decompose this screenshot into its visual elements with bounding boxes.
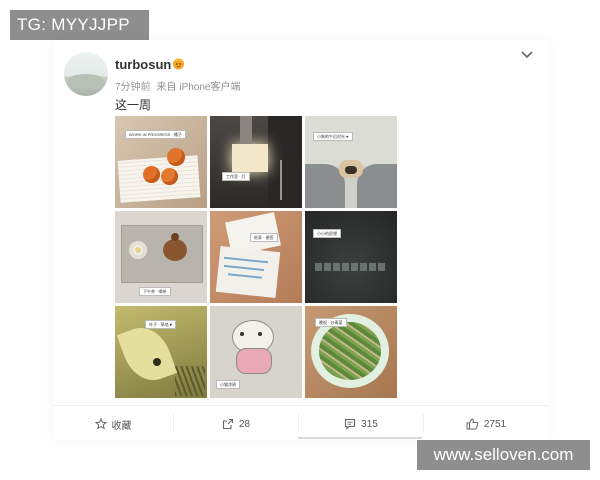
comment-icon xyxy=(345,418,356,430)
action-bar-divider xyxy=(53,405,548,406)
like-button[interactable]: 2751 xyxy=(424,410,548,438)
photo-leaf-in-grass[interactable]: 叶子 · 草地 ♥ xyxy=(115,306,207,398)
thumbs-up-icon xyxy=(466,418,479,430)
post-meta: 7分钟前 来自 iPhone客户端 xyxy=(115,78,243,93)
photo-caption: 晚饭 · 炒青菜 xyxy=(315,318,347,327)
comment-count: 315 xyxy=(361,418,378,430)
photo-studio-light[interactable]: 工作室 · 灯 xyxy=(210,116,302,208)
photo-caption: 下午茶 · 喝茶 xyxy=(139,287,171,296)
repost-count: 28 xyxy=(238,418,251,430)
photo-grid: WORK IN PROGRESS · 橘子 工作室 · 灯 小狗的午后时光 ♥ … xyxy=(115,116,398,399)
source-prefix: 来自 xyxy=(156,82,177,93)
favorite-button[interactable]: 收藏 xyxy=(53,410,173,438)
post-source[interactable]: iPhone客户端 xyxy=(179,82,240,93)
photo-dark-wall-text[interactable]: 小小的愿望 xyxy=(305,211,397,303)
watermark-bottom: www.selloven.com xyxy=(417,440,590,470)
photo-dog-between-legs[interactable]: 小狗的午后时光 ♥ xyxy=(305,116,397,208)
photo-vegetable-plate[interactable]: 晚饭 · 炒青菜 xyxy=(305,306,397,398)
like-count: 2751 xyxy=(483,418,507,430)
photo-caption: 小狗的午后时光 ♥ xyxy=(313,132,353,141)
star-icon xyxy=(94,418,107,430)
photo-caption: WORK IN PROGRESS · 橘子 xyxy=(125,130,186,139)
favorite-label: 收藏 xyxy=(111,420,132,432)
vip-crown-icon xyxy=(173,58,184,70)
chevron-down-icon[interactable] xyxy=(520,50,534,60)
comment-button[interactable]: 315 xyxy=(299,410,423,438)
photo-tea-set-tray[interactable]: 下午茶 · 喝茶 xyxy=(115,211,207,303)
active-tab-indicator xyxy=(298,437,422,439)
avatar[interactable] xyxy=(64,52,108,96)
username[interactable]: turbosun xyxy=(115,57,171,72)
photo-caption: 叶子 · 草地 ♥ xyxy=(145,320,177,329)
photo-cat-drawing[interactable]: 小猫涂鸦 xyxy=(210,306,302,398)
repost-icon xyxy=(222,418,233,430)
photo-caption: 小猫涂鸦 xyxy=(216,380,240,389)
photo-oranges-on-paper[interactable]: WORK IN PROGRESS · 橘子 xyxy=(115,116,207,208)
photo-handwritten-notes[interactable]: 纸条 · 便签 xyxy=(210,211,302,303)
post-time: 7分钟前 xyxy=(115,82,151,93)
repost-button[interactable]: 28 xyxy=(174,410,298,438)
photo-caption: 工作室 · 灯 xyxy=(222,172,250,181)
post-text: 这一周 xyxy=(115,98,152,112)
photo-caption: 纸条 · 便签 xyxy=(250,233,278,242)
photo-caption: 小小的愿望 xyxy=(313,229,341,238)
watermark-top: TG: MYYJJPP xyxy=(10,10,149,40)
